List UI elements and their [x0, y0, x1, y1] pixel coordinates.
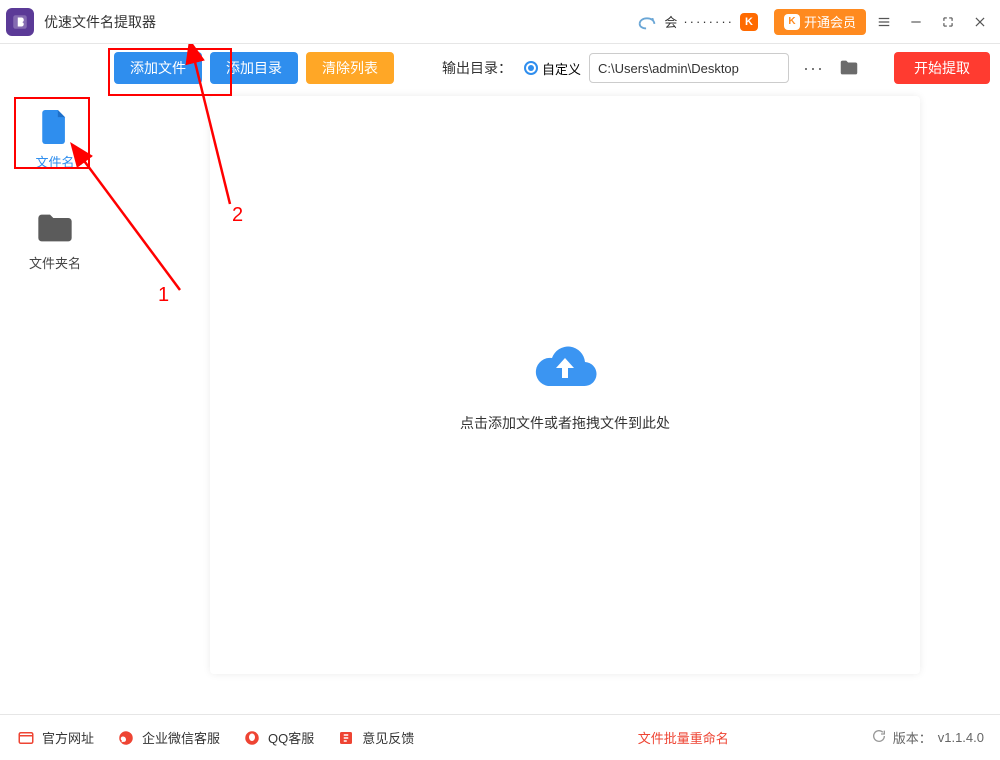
- add-file-button[interactable]: 添加文件: [114, 52, 202, 84]
- dropzone-hint: 点击添加文件或者拖拽文件到此处: [460, 413, 670, 433]
- footer: 官方网址 企业微信客服 QQ客服 意见反馈 文件批量重命名 版本： v1.1.4…: [0, 714, 1000, 760]
- output-custom-radio[interactable]: 自定义: [524, 59, 581, 78]
- app-title: 优速文件名提取器: [44, 12, 156, 32]
- browse-more-button[interactable]: ···: [797, 59, 830, 77]
- user-avatar-icon: [636, 11, 658, 33]
- sidebar-item-label: 文件夹名: [29, 253, 81, 272]
- feedback-icon: [336, 728, 356, 748]
- menu-button[interactable]: [870, 8, 898, 36]
- vip-label: 开通会员: [804, 12, 856, 31]
- sidebar-item-label: 文件名: [35, 152, 74, 171]
- account-area[interactable]: 会 ········ K: [636, 11, 758, 33]
- file-icon: [32, 108, 78, 146]
- vip-icon: K: [784, 14, 800, 30]
- official-site-link[interactable]: 官方网址: [16, 728, 94, 748]
- maximize-button[interactable]: [934, 8, 962, 36]
- account-masked: ········: [683, 14, 734, 29]
- version-info[interactable]: 版本： v1.1.4.0: [871, 728, 984, 747]
- link-label: 官方网址: [42, 728, 94, 747]
- toolbar: 添加文件 添加目录 清除列表 输出目录： 自定义 ··· 开始提取: [0, 44, 1000, 92]
- wecom-icon: [116, 728, 136, 748]
- radio-checked-icon: [524, 61, 538, 75]
- add-directory-button[interactable]: 添加目录: [210, 52, 298, 84]
- close-button[interactable]: [966, 8, 994, 36]
- folder-icon: [32, 209, 78, 247]
- version-label: 版本：: [893, 728, 932, 747]
- refresh-icon: [871, 728, 887, 747]
- app-logo-icon: [6, 8, 34, 36]
- main-body: 文件名 文件夹名 点击添加文件或者拖拽文件到此处 1 2: [0, 92, 1000, 714]
- link-label: 企业微信客服: [142, 728, 220, 747]
- title-bar: 优速文件名提取器 会 ········ K K 开通会员: [0, 0, 1000, 44]
- link-label: QQ客服: [268, 728, 314, 747]
- qq-icon: [242, 728, 262, 748]
- sidebar: 文件名 文件夹名: [0, 92, 110, 714]
- content-area: 点击添加文件或者拖拽文件到此处: [110, 92, 1000, 714]
- radio-label: 自定义: [542, 59, 581, 78]
- open-folder-button[interactable]: [838, 57, 860, 79]
- file-dropzone[interactable]: 点击添加文件或者拖拽文件到此处: [210, 96, 920, 674]
- open-vip-button[interactable]: K 开通会员: [774, 9, 866, 35]
- qq-support-link[interactable]: QQ客服: [242, 728, 314, 748]
- start-extract-button[interactable]: 开始提取: [894, 52, 990, 84]
- site-icon: [16, 728, 36, 748]
- account-prefix: 会: [664, 12, 677, 31]
- clear-list-button[interactable]: 清除列表: [306, 52, 394, 84]
- sidebar-item-filename[interactable]: 文件名: [19, 102, 91, 177]
- sidebar-item-foldername[interactable]: 文件夹名: [19, 203, 91, 278]
- link-label: 意见反馈: [362, 728, 414, 747]
- version-number: v1.1.4.0: [938, 730, 984, 745]
- vip-badge-icon: K: [740, 13, 758, 31]
- feedback-link[interactable]: 意见反馈: [336, 728, 414, 748]
- minimize-button[interactable]: [902, 8, 930, 36]
- batch-rename-link[interactable]: 文件批量重命名: [638, 728, 729, 747]
- cloud-upload-icon: [530, 338, 600, 395]
- output-path-input[interactable]: [589, 53, 789, 83]
- output-dir-label: 输出目录：: [442, 58, 512, 78]
- wecom-support-link[interactable]: 企业微信客服: [116, 728, 220, 748]
